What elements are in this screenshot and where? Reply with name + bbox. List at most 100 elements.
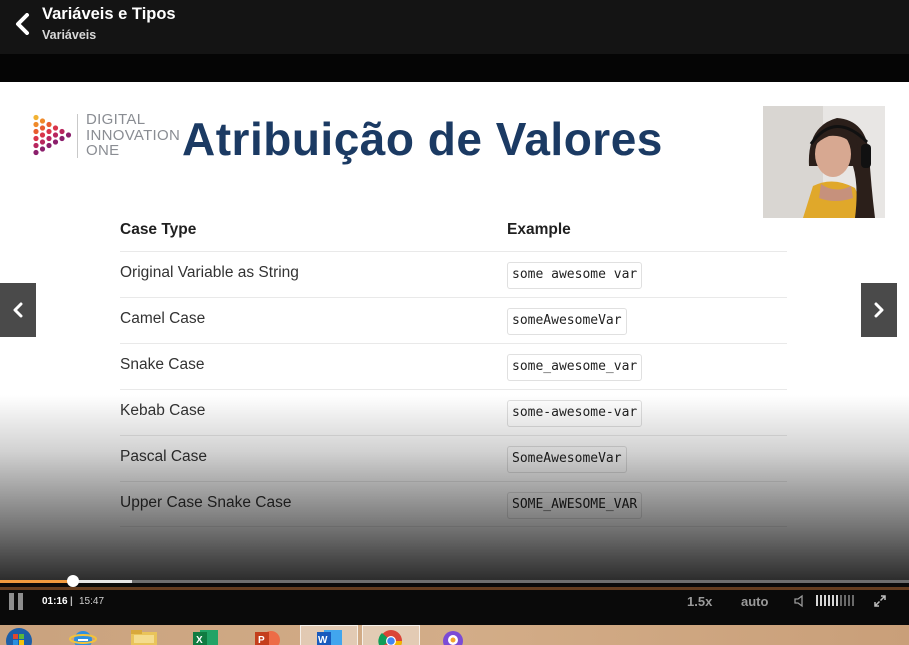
logo-dot [59, 128, 65, 135]
dio-logo-mark [33, 114, 72, 156]
lesson-title: Variáveis e Tipos [42, 5, 176, 23]
back-button[interactable] [10, 10, 36, 38]
volume-level-bar [828, 595, 830, 606]
logo-dot [39, 125, 46, 131]
logo-dot [33, 128, 39, 135]
logo-dot [46, 121, 52, 128]
volume-level-bar [852, 595, 854, 606]
logo-text-line: ONE [86, 142, 120, 159]
svg-text:P: P [258, 635, 265, 645]
table-row: Kebab Case some-awesome-var [120, 389, 787, 435]
instructor-image [763, 106, 885, 218]
taskbar-app[interactable] [438, 627, 468, 645]
playback-speed-button[interactable]: 1.5x [687, 594, 712, 609]
logo-divider [77, 114, 78, 158]
next-lesson-button[interactable] [861, 283, 897, 337]
logo-text: DIGITAL INNOVATION ONE [86, 112, 180, 159]
volume-slider[interactable] [816, 595, 854, 606]
table-row: Pascal Case SomeAwesomeVar [120, 435, 787, 481]
logo-dot [39, 146, 46, 152]
instructor-webcam [763, 106, 885, 218]
logo-text-line: DIGITAL [86, 111, 146, 128]
chrome-icon [378, 630, 402, 645]
logo-dot [39, 139, 46, 145]
volume-level-bar [848, 595, 850, 606]
taskbar-word[interactable]: W [314, 627, 344, 645]
volume-level-bar [820, 595, 822, 606]
slide-title: Atribuição de Valores [182, 113, 663, 165]
start-button[interactable] [4, 627, 34, 645]
taskbar-excel[interactable]: X [190, 627, 220, 645]
svg-text:X: X [196, 635, 203, 645]
logo-dot [65, 132, 72, 138]
windows-taskbar: X P W [0, 625, 909, 645]
logo-dot [33, 121, 39, 128]
example-code-cell: SOME_AWESOME_VAR [507, 492, 643, 519]
table-header-case-type: Case Type [120, 221, 197, 238]
seek-handle[interactable] [66, 575, 79, 587]
volume-level-bar [832, 595, 834, 606]
logo-dot [39, 132, 46, 138]
chevron-left-icon [16, 13, 29, 35]
time-separator: | [70, 596, 73, 607]
logo-dot [52, 125, 59, 131]
volume-level-bar [836, 595, 838, 606]
speaker-icon [794, 594, 803, 608]
video-frame[interactable]: DIGITAL INNOVATION ONE Atribuição de Val… [0, 82, 909, 580]
taskbar-file-explorer[interactable] [129, 627, 159, 645]
quality-button[interactable]: auto [741, 594, 768, 609]
taskbar-powerpoint[interactable]: P [252, 627, 282, 645]
case-type-cell: Original Variable as String [120, 264, 299, 281]
logo-dot [46, 135, 52, 142]
example-code-cell: SomeAwesomeVar [507, 446, 627, 473]
video-player-screen: Variáveis e Tipos Variáveis DIGITAL INNO… [0, 0, 909, 645]
seek-bar-progress [0, 580, 73, 583]
dio-logo: DIGITAL INNOVATION ONE [32, 112, 184, 162]
example-code-cell: some_awesome_var [507, 354, 643, 381]
folder-icon [131, 630, 157, 645]
case-type-cell: Upper Case Snake Case [120, 494, 292, 511]
lesson-subtitle: Variáveis [42, 28, 97, 42]
windows-orb-icon [6, 628, 32, 645]
lesson-header: Variáveis e Tipos Variáveis [0, 0, 909, 54]
powerpoint-icon: P [255, 631, 280, 645]
table-row: Camel Case someAwesomeVar [120, 297, 787, 343]
example-code-cell: some awesome var [507, 262, 643, 289]
table-row: Upper Case Snake Case SOME_AWESOME_VAR [120, 481, 787, 527]
example-code-cell: someAwesomeVar [507, 308, 627, 335]
logo-dot [52, 132, 59, 138]
taskbar-chrome[interactable] [376, 627, 406, 645]
mute-button[interactable] [793, 594, 807, 608]
logo-dot [33, 114, 39, 121]
volume-level-bar [816, 595, 818, 606]
volume-level-bar [844, 595, 846, 606]
case-type-cell: Pascal Case [120, 448, 208, 465]
internet-explorer-icon [69, 631, 97, 645]
table-row: Original Variable as String some awesome… [120, 251, 787, 297]
purple-app-icon [443, 631, 463, 645]
fullscreen-button[interactable] [873, 594, 887, 608]
case-type-cell: Snake Case [120, 356, 205, 373]
pause-button[interactable] [9, 593, 25, 611]
taskbar-internet-explorer[interactable] [68, 627, 98, 645]
svg-text:W: W [318, 635, 328, 645]
seek-bar[interactable] [0, 575, 909, 587]
volume-level-bar [840, 595, 842, 606]
chevron-left-icon [13, 302, 23, 318]
player-controls: 01:16 | 15:47 1.5x auto [0, 575, 909, 625]
logo-dot [46, 142, 52, 149]
case-type-cell: Kebab Case [120, 402, 206, 419]
case-type-cell: Camel Case [120, 310, 206, 327]
excel-icon: X [193, 630, 218, 645]
example-code-cell: some-awesome-var [507, 400, 643, 427]
logo-dot [33, 149, 39, 156]
duration: 15:47 [79, 596, 105, 607]
logo-dot [46, 128, 52, 135]
word-icon: W [317, 630, 342, 645]
logo-dot [52, 139, 59, 145]
logo-dot [33, 142, 39, 149]
logo-dot [39, 118, 46, 124]
previous-lesson-button[interactable] [0, 283, 36, 337]
volume-level-bar [824, 595, 826, 606]
table-row: Snake Case some_awesome_var [120, 343, 787, 389]
